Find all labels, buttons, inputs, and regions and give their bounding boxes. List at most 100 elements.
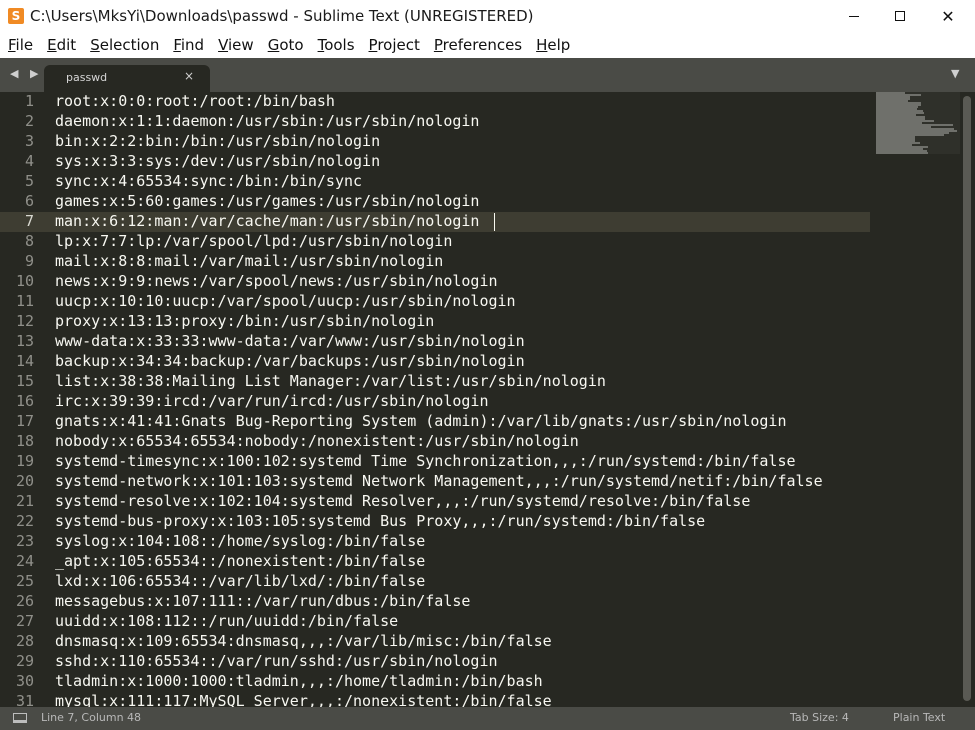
tab-passwd[interactable]: passwd × <box>44 65 210 92</box>
menu-edit[interactable]: Edit <box>47 36 76 54</box>
code-line[interactable]: lp:x:7:7:lp:/var/spool/lpd:/usr/sbin/nol… <box>55 232 870 252</box>
code-line[interactable]: daemon:x:1:1:daemon:/usr/sbin:/usr/sbin/… <box>55 112 870 132</box>
line-number: 23 <box>15 532 34 550</box>
code-line[interactable]: uucp:x:10:10:uucp:/var/spool/uucp:/usr/s… <box>55 292 870 312</box>
code-line[interactable]: nobody:x:65534:65534:nobody:/nonexistent… <box>55 432 870 452</box>
menu-goto[interactable]: Goto <box>268 36 304 54</box>
line-number: 18 <box>15 432 34 450</box>
editor-area[interactable]: 1 2 3 4 5 6 7 8 9 10 11 12 13 14 15 16 17 18 19 20 21 22 23 24 2… <box>0 92 975 707</box>
code-line[interactable]: tladmin:x:1000:1000:tladmin,,,:/home/tla… <box>55 672 870 692</box>
minimap-viewport[interactable] <box>876 92 960 154</box>
line-number: 16 <box>15 392 34 410</box>
code-line[interactable]: list:x:38:38:Mailing List Manager:/var/l… <box>55 372 870 392</box>
tab-close-icon[interactable]: × <box>184 69 194 83</box>
code-line[interactable]: systemd-timesync:x:100:102:systemd Time … <box>55 452 870 472</box>
close-icon: ✕ <box>941 6 955 26</box>
line-number: 6 <box>24 192 34 210</box>
line-number: 30 <box>15 672 34 690</box>
code-line[interactable]: mail:x:8:8:mail:/var/mail:/usr/sbin/nolo… <box>55 252 870 272</box>
code-line[interactable]: dnsmasq:x:109:65534:dnsmasq,,,:/var/lib/… <box>55 632 870 652</box>
line-number: 19 <box>15 452 34 470</box>
title-bar: S C:\Users\MksYi\Downloads\passwd - Subl… <box>0 0 975 32</box>
minimap[interactable] <box>876 92 960 707</box>
code-line[interactable]: bin:x:2:2:bin:/bin:/usr/sbin/nologin <box>55 132 870 152</box>
tab-bar: ◀ ▶ passwd × ▼ <box>0 58 975 92</box>
menu-bar: File Edit Selection Find View Goto Tools… <box>0 32 975 58</box>
maximize-button[interactable] <box>876 0 924 32</box>
line-number: 4 <box>24 152 34 170</box>
menu-view[interactable]: View <box>218 36 254 54</box>
line-number: 21 <box>15 492 34 510</box>
menu-preferences[interactable]: Preferences <box>434 36 522 54</box>
line-number: 3 <box>24 132 34 150</box>
menu-find[interactable]: Find <box>173 36 204 54</box>
menu-help[interactable]: Help <box>536 36 570 54</box>
line-number: 31 <box>15 692 34 707</box>
line-number: 14 <box>15 352 34 370</box>
code-line[interactable]: gnats:x:41:41:Gnats Bug-Reporting System… <box>55 412 870 432</box>
line-number: 1 <box>24 92 34 110</box>
line-number: 11 <box>15 292 34 310</box>
tab-label: passwd <box>66 71 108 84</box>
code-line[interactable]: systemd-bus-proxy:x:103:105:systemd Bus … <box>55 512 870 532</box>
line-number: 24 <box>15 552 34 570</box>
menu-project[interactable]: Project <box>369 36 420 54</box>
line-number: 22 <box>15 512 34 530</box>
status-bar: Line 7, Column 48 Tab Size: 4 Plain Text <box>0 707 975 730</box>
line-number: 20 <box>15 472 34 490</box>
tab-size-setting[interactable]: Tab Size: 4 <box>790 711 849 724</box>
maximize-icon <box>895 11 905 21</box>
syntax-setting[interactable]: Plain Text <box>893 711 945 724</box>
code-line[interactable]: proxy:x:13:13:proxy:/bin:/usr/sbin/nolog… <box>55 312 870 332</box>
tab-nav-arrows-icon[interactable]: ◀ ▶ <box>10 67 42 80</box>
code-text[interactable]: root:x:0:0:root:/root:/bin/bash daemon:x:… <box>55 92 870 707</box>
code-line[interactable]: backup:x:34:34:backup:/var/backups:/usr/… <box>55 352 870 372</box>
menu-selection[interactable]: Selection <box>90 36 159 54</box>
code-line[interactable]: sys:x:3:3:sys:/dev:/usr/sbin/nologin <box>55 152 870 172</box>
close-button[interactable]: ✕ <box>924 0 972 32</box>
line-number: 10 <box>15 272 34 290</box>
line-number-gutter: 1 2 3 4 5 6 7 8 9 10 11 12 13 14 15 16 17 18 19 20 21 22 23 24 2… <box>0 92 44 707</box>
line-number: 29 <box>15 652 34 670</box>
line-number: 7 <box>24 212 34 230</box>
code-line[interactable]: _apt:x:105:65534::/nonexistent:/bin/fals… <box>55 552 870 572</box>
menu-file[interactable]: File <box>8 36 33 54</box>
code-line[interactable]: news:x:9:9:news:/var/spool/news:/usr/sbi… <box>55 272 870 292</box>
code-line[interactable]: irc:x:39:39:ircd:/var/run/ircd:/usr/sbin… <box>55 392 870 412</box>
tab-dropdown-icon[interactable]: ▼ <box>951 67 959 80</box>
code-line[interactable]: syslog:x:104:108::/home/syslog:/bin/fals… <box>55 532 870 552</box>
line-number: 27 <box>15 612 34 630</box>
panel-toggle-icon[interactable] <box>13 713 27 723</box>
code-line[interactable]: sshd:x:110:65534::/var/run/sshd:/usr/sbi… <box>55 652 870 672</box>
line-number: 12 <box>15 312 34 330</box>
code-line[interactable]: mysql:x:111:117:MySQL Server,,,:/nonexis… <box>55 692 870 707</box>
cursor-position: Line 7, Column 48 <box>41 711 142 724</box>
line-number: 25 <box>15 572 34 590</box>
code-line[interactable]: systemd-resolve:x:102:104:systemd Resolv… <box>55 492 870 512</box>
line-number: 9 <box>24 252 34 270</box>
minimize-icon <box>849 15 859 17</box>
line-number: 28 <box>15 632 34 650</box>
code-line[interactable]: www-data:x:33:33:www-data:/var/www:/usr/… <box>55 332 870 352</box>
window-title: C:\Users\MksYi\Downloads\passwd - Sublim… <box>30 7 534 25</box>
line-number: 5 <box>24 172 34 190</box>
code-line[interactable]: games:x:5:60:games:/usr/games:/usr/sbin/… <box>55 192 870 212</box>
sublime-app-icon: S <box>8 8 24 24</box>
line-number: 17 <box>15 412 34 430</box>
line-number: 2 <box>24 112 34 130</box>
line-number: 13 <box>15 332 34 350</box>
vertical-scrollbar[interactable] <box>960 92 975 707</box>
code-line[interactable]: man:x:6:12:man:/var/cache/man:/usr/sbin/… <box>55 212 870 232</box>
code-line[interactable]: messagebus:x:107:111::/var/run/dbus:/bin… <box>55 592 870 612</box>
code-line[interactable]: lxd:x:106:65534::/var/lib/lxd/:/bin/fals… <box>55 572 870 592</box>
code-line[interactable]: systemd-network:x:101:103:systemd Networ… <box>55 472 870 492</box>
line-number: 8 <box>24 232 34 250</box>
code-line[interactable]: sync:x:4:65534:sync:/bin:/bin/sync <box>55 172 870 192</box>
text-caret <box>494 213 495 231</box>
code-line[interactable]: root:x:0:0:root:/root:/bin/bash <box>55 92 870 112</box>
menu-tools[interactable]: Tools <box>318 36 355 54</box>
minimize-button[interactable] <box>830 0 878 32</box>
code-line[interactable]: uuidd:x:108:112::/run/uuidd:/bin/false <box>55 612 870 632</box>
line-number: 15 <box>15 372 34 390</box>
scrollbar-thumb[interactable] <box>963 96 971 701</box>
